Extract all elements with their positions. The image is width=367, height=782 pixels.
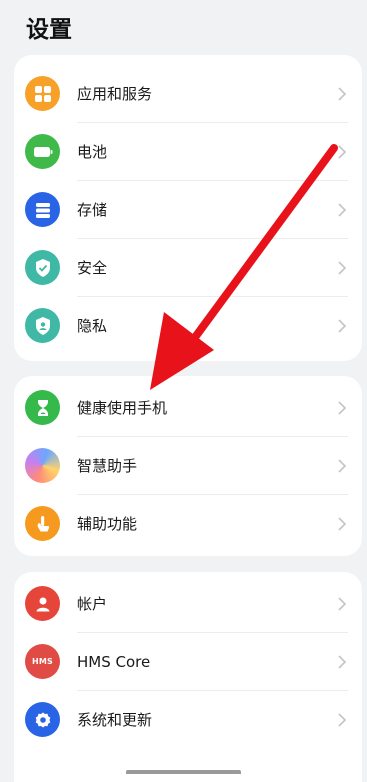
settings-item-label: 帐户 bbox=[77, 595, 108, 613]
settings-item-hms-core[interactable]: HMS HMS Core bbox=[14, 633, 362, 691]
privacy-shield-icon bbox=[25, 308, 60, 343]
hand-pointer-icon bbox=[25, 506, 60, 541]
settings-item-smart-assistant[interactable]: 智慧助手 bbox=[14, 437, 362, 495]
settings-group-1: 应用和服务 电池 存储 安全 隐私 bbox=[14, 55, 362, 361]
settings-item-battery[interactable]: 电池 bbox=[14, 123, 362, 181]
settings-item-label: 辅助功能 bbox=[77, 515, 138, 533]
system-gear-icon bbox=[25, 702, 60, 737]
settings-group-3: 帐户 HMS HMS Core 系统和更新 bbox=[14, 572, 362, 782]
chevron-right-icon bbox=[338, 319, 347, 333]
chevron-right-icon bbox=[338, 87, 347, 101]
hms-icon: HMS bbox=[25, 644, 60, 679]
settings-item-label: 电池 bbox=[77, 143, 108, 161]
settings-item-apps-services[interactable]: 应用和服务 bbox=[14, 65, 362, 123]
chevron-right-icon bbox=[338, 713, 347, 727]
hourglass-icon bbox=[25, 390, 60, 425]
chevron-right-icon bbox=[338, 597, 347, 611]
settings-item-accessibility[interactable]: 辅助功能 bbox=[14, 495, 362, 553]
settings-item-label: 隐私 bbox=[77, 317, 108, 335]
settings-group-2: 健康使用手机 智慧助手 辅助功能 bbox=[14, 376, 362, 556]
chevron-right-icon bbox=[338, 401, 347, 415]
settings-item-label: 安全 bbox=[77, 259, 108, 277]
apps-grid-icon bbox=[25, 76, 60, 111]
storage-icon bbox=[25, 192, 60, 227]
settings-item-system-update[interactable]: 系统和更新 bbox=[14, 691, 362, 749]
page-title: 设置 bbox=[26, 17, 72, 43]
shield-icon bbox=[25, 250, 60, 285]
settings-item-storage[interactable]: 存储 bbox=[14, 181, 362, 239]
settings-item-security[interactable]: 安全 bbox=[14, 239, 362, 297]
chevron-right-icon bbox=[338, 459, 347, 473]
assistant-orb-icon bbox=[25, 448, 60, 483]
home-indicator[interactable] bbox=[126, 770, 241, 774]
settings-item-digital-balance[interactable]: 健康使用手机 bbox=[14, 379, 362, 437]
settings-item-label: 存储 bbox=[77, 201, 108, 219]
account-person-icon bbox=[25, 586, 60, 621]
settings-item-privacy[interactable]: 隐私 bbox=[14, 297, 362, 355]
battery-icon bbox=[25, 134, 60, 169]
settings-item-label: 智慧助手 bbox=[77, 457, 138, 475]
settings-item-account[interactable]: 帐户 bbox=[14, 575, 362, 633]
settings-item-label: 健康使用手机 bbox=[77, 399, 168, 417]
settings-item-label: 系统和更新 bbox=[77, 711, 153, 729]
chevron-right-icon bbox=[338, 203, 347, 217]
chevron-right-icon bbox=[338, 261, 347, 275]
chevron-right-icon bbox=[338, 145, 347, 159]
chevron-right-icon bbox=[338, 655, 347, 669]
chevron-right-icon bbox=[338, 517, 347, 531]
settings-item-label: HMS Core bbox=[77, 653, 151, 671]
settings-item-label: 应用和服务 bbox=[77, 85, 153, 103]
